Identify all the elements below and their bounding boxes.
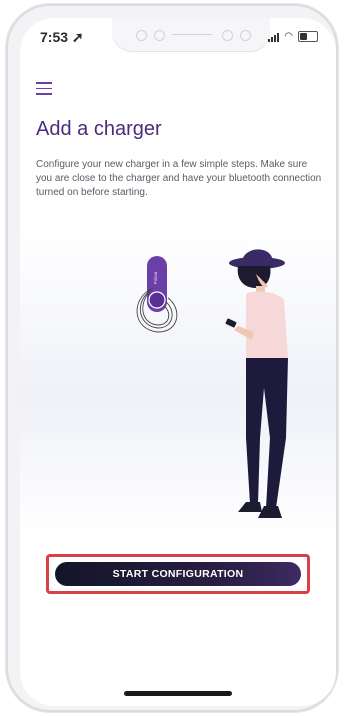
charger-brand-label: Pulsar [153, 271, 158, 284]
wall-charger: Pulsar [136, 256, 178, 333]
notch-sensor-dot [240, 30, 251, 41]
battery-icon [298, 31, 318, 42]
notch-camera-dot [222, 30, 233, 41]
illustration-svg: Pulsar [136, 249, 288, 518]
page-title: Add a charger [36, 118, 162, 140]
start-configuration-button[interactable]: START CONFIGURATION [55, 562, 301, 586]
charger-illustration: Pulsar [20, 228, 336, 538]
status-time: 7:53 ➚ [40, 29, 84, 45]
start-configuration-highlight: START CONFIGURATION [46, 554, 310, 594]
app-screen: 7:53 ➚ ◠ Add a charger Configure your ne… [20, 18, 336, 706]
location-arrow-icon: ➚ [71, 29, 84, 45]
phone-frame: 7:53 ➚ ◠ Add a charger Configure your ne… [6, 4, 338, 712]
person-figure [225, 249, 288, 518]
notch-sensor-dot [154, 30, 165, 41]
status-icons: ◠ [268, 31, 318, 42]
speaker-grille [172, 34, 212, 35]
wifi-icon: ◠ [284, 30, 293, 42]
hamburger-icon[interactable] [36, 82, 52, 99]
notch-sensor-dot [136, 30, 147, 41]
signal-icon [268, 32, 280, 42]
page-description: Configure your new charger in a few simp… [36, 159, 322, 198]
home-indicator[interactable] [124, 691, 232, 696]
phone-notch [112, 18, 270, 52]
